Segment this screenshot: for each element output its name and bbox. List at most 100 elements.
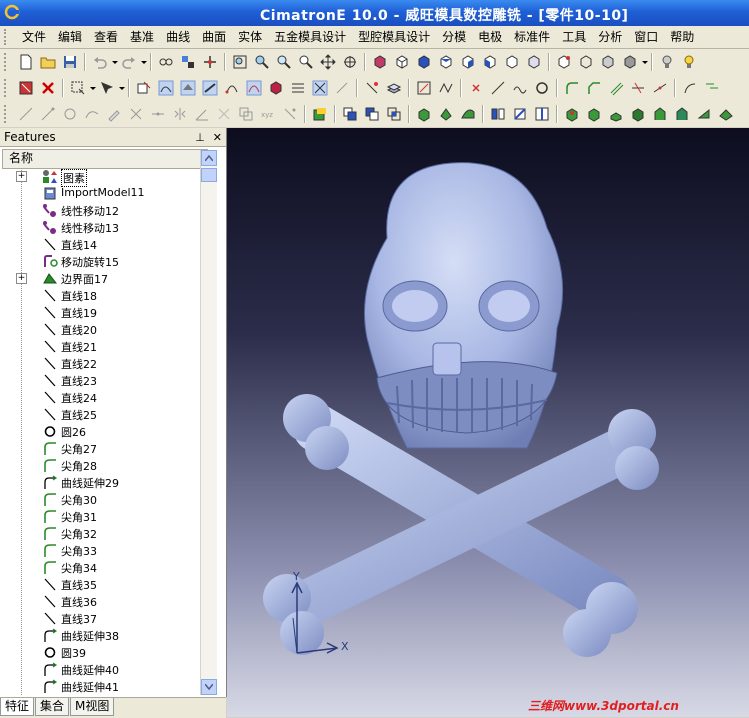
chamfer-tool-icon[interactable] bbox=[585, 79, 603, 97]
tree-item[interactable]: 直线14 bbox=[0, 236, 198, 253]
transform-icon[interactable] bbox=[201, 53, 219, 71]
menu-surface[interactable]: 曲面 bbox=[196, 27, 232, 47]
display-mode-icon[interactable] bbox=[621, 53, 639, 71]
trim-tool-icon[interactable] bbox=[629, 79, 647, 97]
menu-standard-parts[interactable]: 标准件 bbox=[508, 27, 556, 47]
boss-icon[interactable] bbox=[629, 105, 647, 123]
view-iso-icon[interactable] bbox=[393, 53, 411, 71]
pattern-gray-icon[interactable] bbox=[281, 105, 299, 123]
curve-extend-tool-icon[interactable] bbox=[681, 79, 699, 97]
tree-item[interactable]: 直线25 bbox=[0, 406, 198, 423]
column-header-name[interactable]: 名称 bbox=[2, 149, 208, 169]
split-tool-icon[interactable] bbox=[651, 79, 669, 97]
xyz-gray-icon[interactable]: xyz bbox=[259, 105, 277, 123]
sketch-icon[interactable] bbox=[415, 79, 433, 97]
toolbar-grip[interactable] bbox=[4, 105, 10, 123]
menu-file[interactable]: 文件 bbox=[16, 27, 52, 47]
pocket-icon[interactable] bbox=[585, 105, 603, 123]
delete-icon[interactable] bbox=[39, 79, 57, 97]
fillet-solid-icon[interactable] bbox=[651, 105, 669, 123]
tree-item[interactable]: + 边界面17 bbox=[0, 270, 198, 287]
remove-icon[interactable] bbox=[363, 105, 381, 123]
tab-features[interactable]: 特征 bbox=[0, 698, 35, 716]
tree-item[interactable]: 直线36 bbox=[0, 593, 198, 610]
save-icon[interactable] bbox=[61, 53, 79, 71]
undo-dropdown-icon[interactable] bbox=[111, 53, 118, 71]
select-box-icon[interactable] bbox=[17, 79, 35, 97]
sweep-icon[interactable] bbox=[459, 105, 477, 123]
menubar-grip[interactable] bbox=[4, 29, 12, 45]
filter-edge-icon[interactable] bbox=[223, 79, 241, 97]
filter-face-icon[interactable] bbox=[201, 79, 219, 97]
window-select-dropdown-icon[interactable] bbox=[89, 79, 96, 97]
circle-gray-icon[interactable] bbox=[61, 105, 79, 123]
tree-scrollbar[interactable] bbox=[200, 150, 217, 695]
chamfer-solid-icon[interactable] bbox=[673, 105, 691, 123]
menu-help[interactable]: 帮助 bbox=[664, 27, 700, 47]
zoom-window-icon[interactable] bbox=[253, 53, 271, 71]
light-bulb-on-icon[interactable] bbox=[680, 53, 698, 71]
pick-filter-dropdown-icon[interactable] bbox=[118, 79, 125, 97]
tree-item[interactable]: 尖角33 bbox=[0, 542, 198, 559]
show-hide-icon[interactable] bbox=[157, 53, 175, 71]
mirror-gray-icon[interactable] bbox=[171, 105, 189, 123]
menu-window[interactable]: 窗口 bbox=[628, 27, 664, 47]
light-bulb-off-icon[interactable] bbox=[658, 53, 676, 71]
line-gray-icon[interactable] bbox=[17, 105, 35, 123]
view-back-icon[interactable] bbox=[503, 53, 521, 71]
tree-item[interactable]: 直线20 bbox=[0, 321, 198, 338]
undo-icon[interactable] bbox=[91, 53, 109, 71]
tree-item[interactable]: 曲线延伸29 bbox=[0, 474, 198, 491]
scroll-down-button[interactable] bbox=[201, 679, 217, 695]
menu-view[interactable]: 查看 bbox=[88, 27, 124, 47]
intersect-icon[interactable] bbox=[385, 105, 403, 123]
menu-mold-design[interactable]: 型腔模具设计 bbox=[352, 27, 436, 47]
curve-gray-icon[interactable] bbox=[83, 105, 101, 123]
new-file-icon[interactable] bbox=[17, 53, 35, 71]
revolve-icon[interactable] bbox=[437, 105, 455, 123]
redo-dropdown-icon[interactable] bbox=[140, 53, 147, 71]
tree-item[interactable]: 直线37 bbox=[0, 610, 198, 627]
tree-item[interactable]: 直线24 bbox=[0, 389, 198, 406]
menu-parting[interactable]: 分模 bbox=[436, 27, 472, 47]
close-icon[interactable]: ✕ bbox=[213, 131, 222, 144]
point-icon[interactable] bbox=[467, 79, 485, 97]
break-gray-icon[interactable] bbox=[149, 105, 167, 123]
render-mode-icon[interactable] bbox=[371, 53, 389, 71]
open-folder-icon[interactable] bbox=[39, 53, 57, 71]
filter-sketch-icon[interactable] bbox=[333, 79, 351, 97]
angle-gray-icon[interactable] bbox=[193, 105, 211, 123]
redo-icon[interactable] bbox=[120, 53, 138, 71]
tree-item[interactable]: 尖角32 bbox=[0, 525, 198, 542]
wireframe-icon[interactable] bbox=[577, 53, 595, 71]
rotate-gray-icon[interactable] bbox=[215, 105, 233, 123]
zoom-in-out-icon[interactable] bbox=[275, 53, 293, 71]
rotate-view-icon[interactable] bbox=[341, 53, 359, 71]
filter-layer-icon[interactable] bbox=[385, 79, 403, 97]
draft-icon[interactable] bbox=[511, 105, 529, 123]
arc-gray-icon[interactable] bbox=[39, 105, 57, 123]
view-bottom-icon[interactable] bbox=[525, 53, 543, 71]
expand-toggle-icon[interactable]: + bbox=[16, 171, 27, 182]
app-logo-icon[interactable] bbox=[4, 4, 20, 20]
scroll-thumb[interactable] bbox=[201, 168, 217, 182]
trim-gray-icon[interactable] bbox=[127, 105, 145, 123]
tree-item[interactable]: 直线23 bbox=[0, 372, 198, 389]
tree-item[interactable]: 尖角34 bbox=[0, 559, 198, 576]
tree-item[interactable]: 圆26 bbox=[0, 423, 198, 440]
view-front-icon[interactable] bbox=[415, 53, 433, 71]
tree-item[interactable]: 曲线延伸38 bbox=[0, 627, 198, 644]
blend-solid-icon[interactable] bbox=[695, 105, 713, 123]
extrude-icon[interactable] bbox=[415, 105, 433, 123]
curve-join-tool-icon[interactable] bbox=[703, 79, 721, 97]
shading-icon[interactable] bbox=[555, 53, 573, 71]
tree-item[interactable]: 尖角30 bbox=[0, 491, 198, 508]
tree-item[interactable]: 曲线延伸40 bbox=[0, 661, 198, 678]
line-tool-icon[interactable] bbox=[489, 79, 507, 97]
menu-solid[interactable]: 实体 bbox=[232, 27, 268, 47]
hidden-line-icon[interactable] bbox=[599, 53, 617, 71]
offset-tool-icon[interactable] bbox=[607, 79, 625, 97]
toolbar-grip[interactable] bbox=[4, 79, 10, 97]
tree-item[interactable]: 曲线延伸41 bbox=[0, 678, 198, 695]
view-top-icon[interactable] bbox=[437, 53, 455, 71]
